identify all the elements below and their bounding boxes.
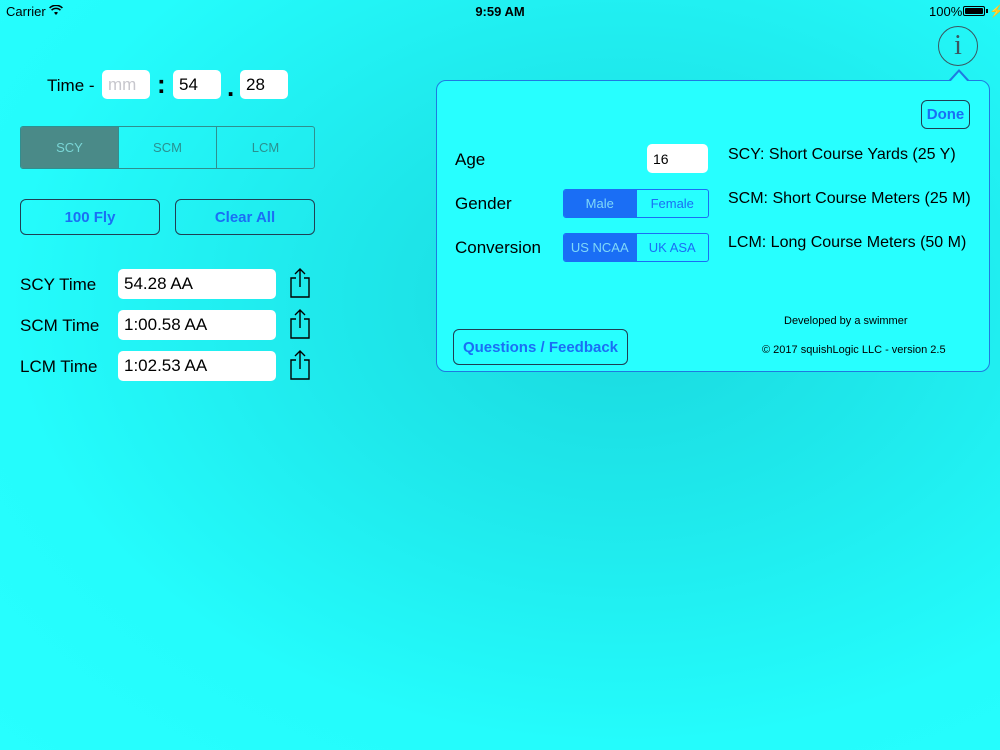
hundredths-value: 28 [246, 74, 265, 94]
charging-icon: ⚡ [989, 4, 1000, 18]
segment-male[interactable]: Male [564, 190, 636, 217]
event-button[interactable]: 100 Fly [20, 199, 160, 235]
info-glyph: i [954, 30, 962, 61]
decimal-separator: . [227, 72, 235, 102]
segment-lcm[interactable]: LCM [216, 127, 314, 168]
lcm-time-field[interactable]: 1:02.53 AA [118, 351, 276, 381]
legend-scy: SCY: Short Course Yards (25 Y) [728, 146, 956, 163]
segment-scm[interactable]: SCM [118, 127, 216, 168]
battery-icon [963, 6, 985, 16]
segment-uk-asa[interactable]: UK ASA [635, 234, 709, 261]
conversion-label: Conversion [455, 238, 541, 257]
seconds-value: 54 [179, 74, 198, 94]
popover-arrow-fill [950, 72, 968, 82]
questions-feedback-button[interactable]: Questions / Feedback [453, 329, 628, 365]
legend-lcm: LCM: Long Course Meters (50 M) [728, 234, 967, 251]
share-icon[interactable] [288, 267, 312, 299]
clock: 9:59 AM [475, 4, 525, 19]
scm-time-field[interactable]: 1:00.58 AA [118, 310, 276, 340]
scm-time-label: SCM Time [20, 316, 100, 335]
gender-label: Gender [455, 194, 512, 213]
minutes-placeholder: mm [108, 74, 137, 94]
seconds-field[interactable]: 54 [173, 70, 221, 99]
battery-cap [986, 9, 988, 13]
developed-by-text: Developed by a swimmer [784, 315, 908, 327]
colon-separator: : [157, 69, 166, 99]
share-icon[interactable] [288, 349, 312, 381]
battery-percent: 100% [929, 4, 963, 19]
course-segmented-control: SCY SCM LCM [20, 126, 315, 169]
copyright-text: © 2017 squishLogic LLC - version 2.5 [762, 344, 946, 356]
gender-segmented-control: Male Female [563, 189, 709, 218]
age-field[interactable]: 16 [647, 144, 708, 173]
info-icon[interactable]: i [938, 26, 978, 66]
conversion-segmented-control: US NCAA UK ASA [563, 233, 709, 262]
segment-scy[interactable]: SCY [21, 127, 118, 168]
share-icon[interactable] [288, 308, 312, 340]
legend-scm: SCM: Short Course Meters (25 M) [728, 190, 971, 207]
clear-all-button[interactable]: Clear All [175, 199, 315, 235]
hundredths-field[interactable]: 28 [240, 70, 288, 99]
age-label: Age [455, 150, 486, 169]
segment-female[interactable]: Female [635, 190, 709, 217]
segment-us-ncaa[interactable]: US NCAA [564, 234, 636, 261]
scy-time-field[interactable]: 54.28 AA [118, 269, 276, 299]
scy-time-label: SCY Time [20, 275, 97, 294]
minutes-field[interactable]: mm [102, 70, 150, 99]
lcm-time-label: LCM Time [20, 357, 98, 376]
done-button[interactable]: Done [921, 100, 970, 129]
time-label: Time - [47, 76, 95, 95]
